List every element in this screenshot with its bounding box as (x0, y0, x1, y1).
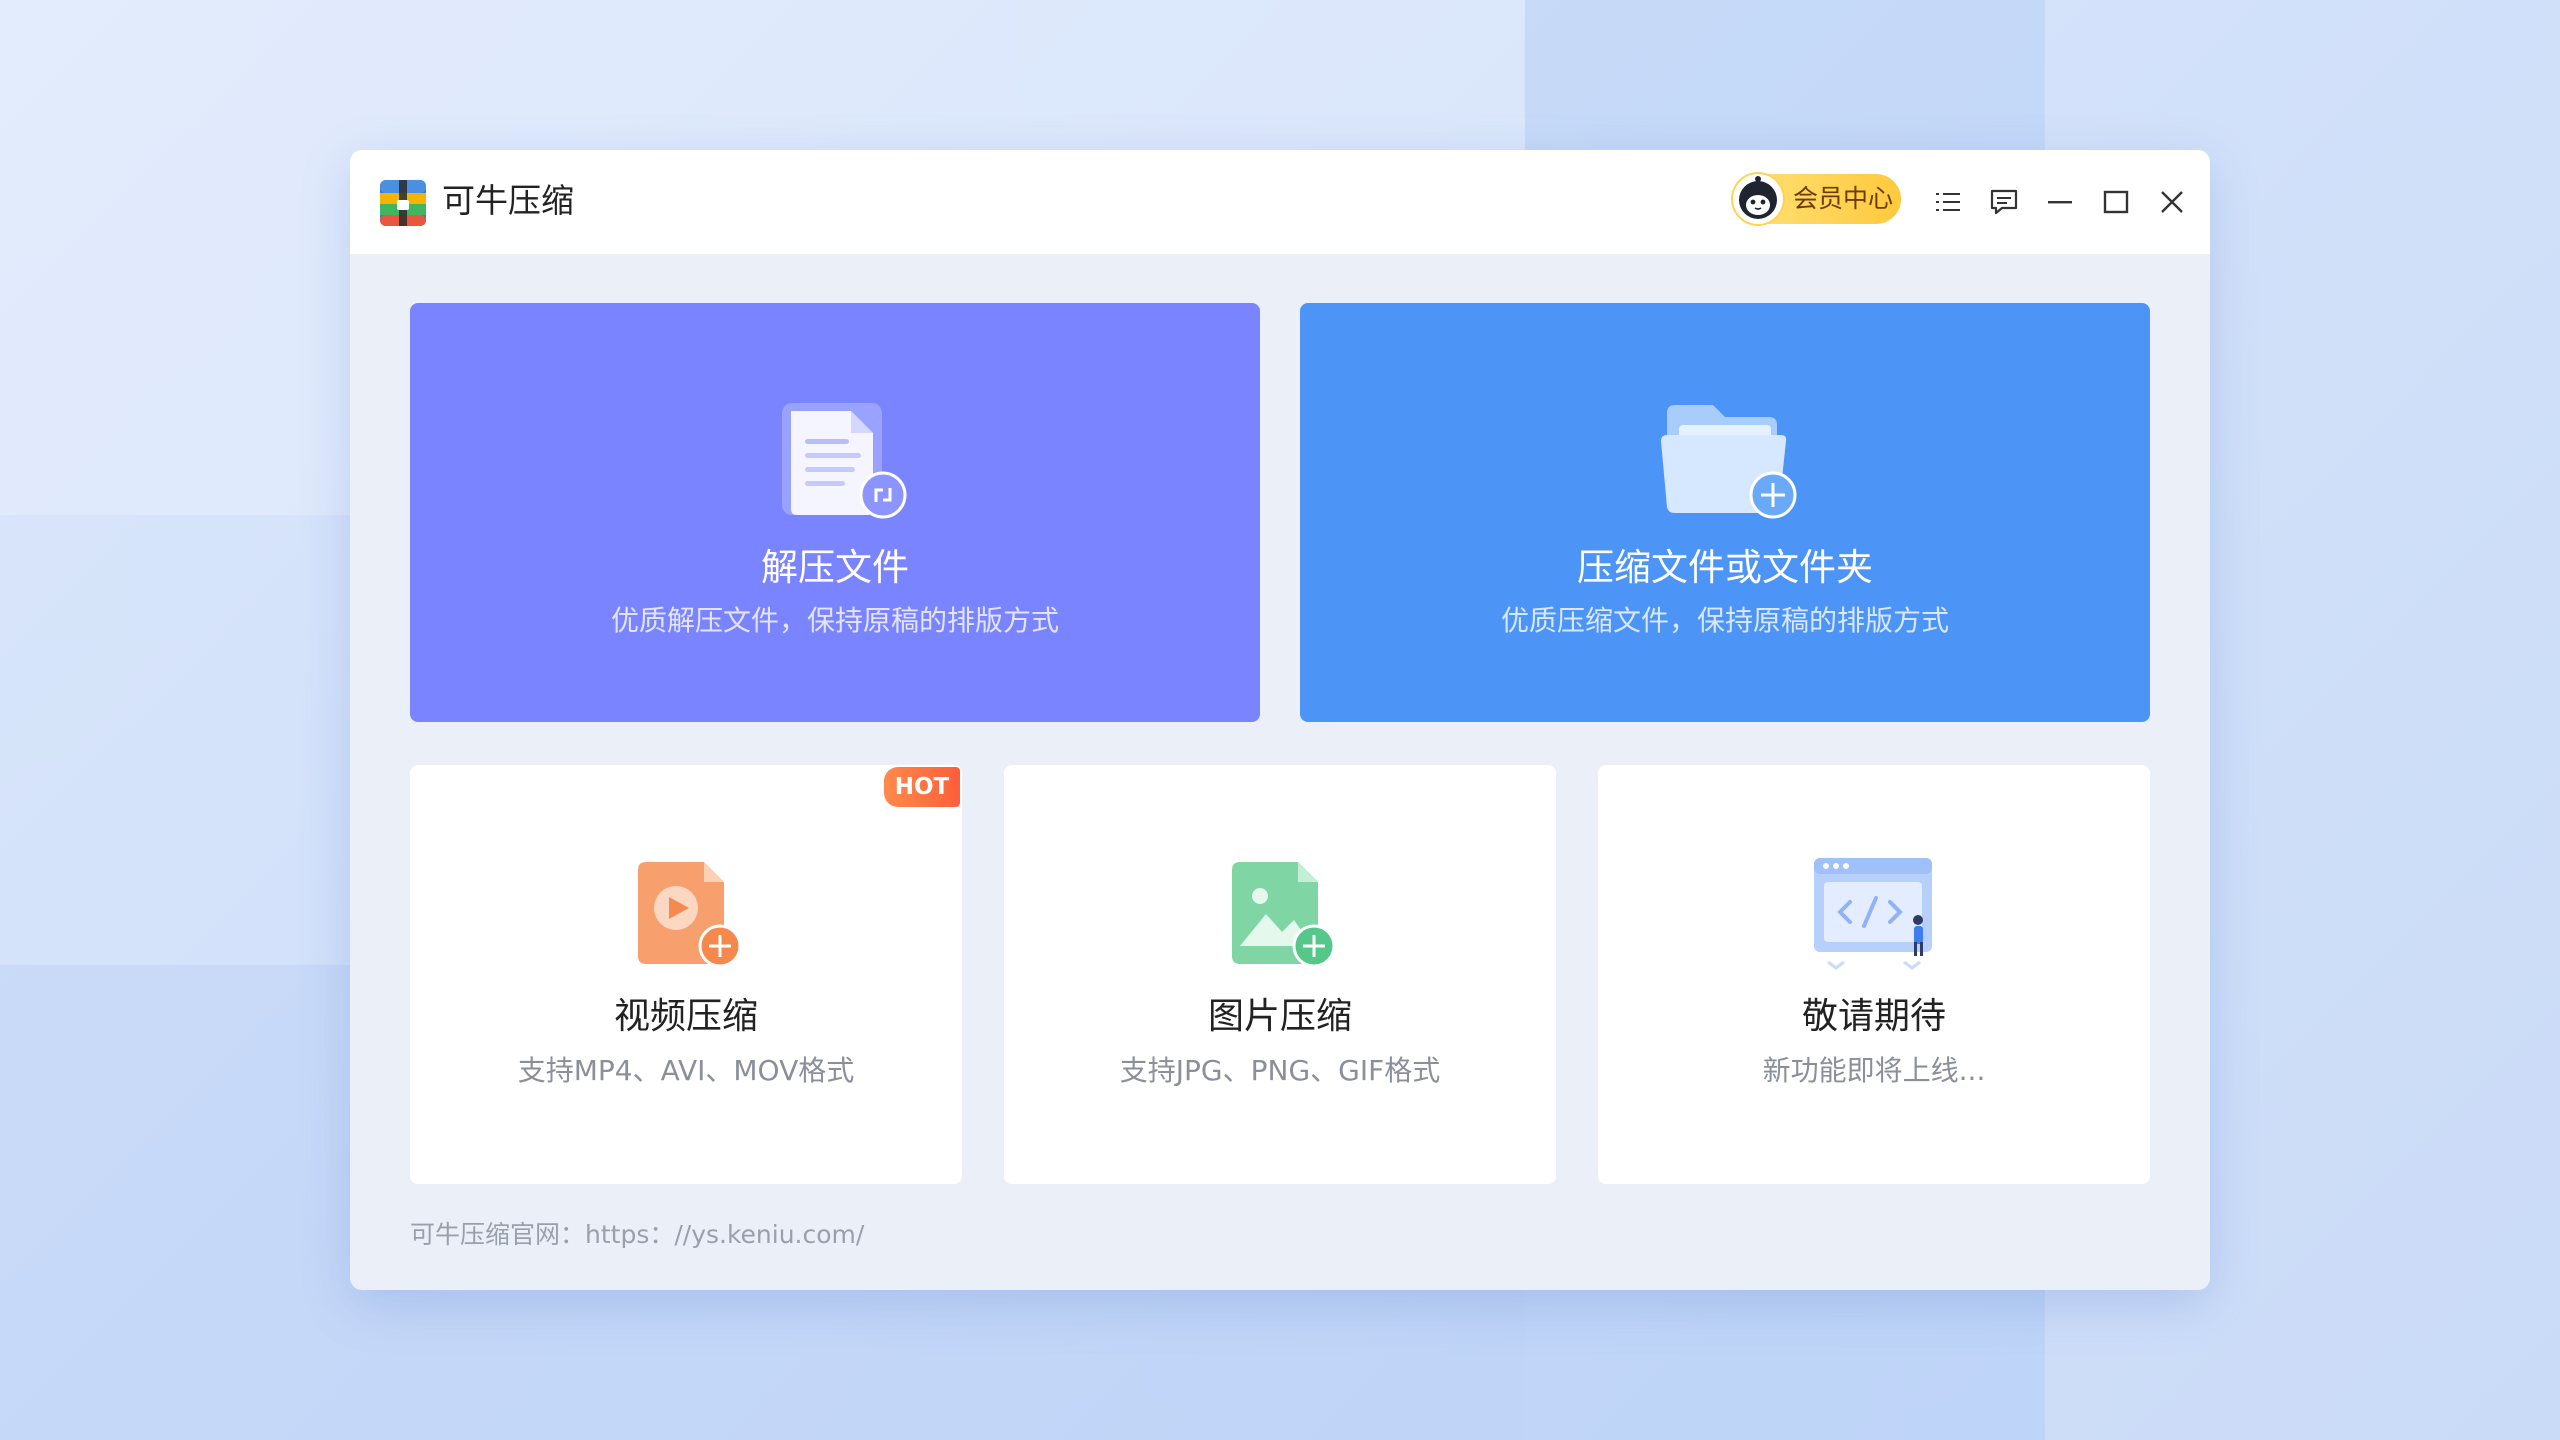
video-compress-title: 视频压缩 (613, 996, 758, 1037)
code-window-icon (1814, 858, 1932, 970)
close-icon[interactable] (2150, 180, 2194, 224)
compress-files-title: 压缩文件或文件夹 (1577, 546, 1873, 589)
app-title: 可牛压缩 (442, 181, 574, 220)
app-logo-icon (380, 180, 426, 226)
vip-center-label: 会员中心 (1793, 184, 1894, 213)
document-extract-icon (782, 403, 907, 519)
vip-avatar-icon (1731, 172, 1785, 226)
folder-compress-icon (1661, 405, 1797, 519)
compress-files-subtitle: 优质压缩文件，保持原稿的排版方式 (1500, 604, 1949, 637)
list-menu-icon[interactable] (1926, 180, 1970, 224)
extract-files-subtitle: 优质解压文件，保持原稿的排版方式 (610, 604, 1059, 637)
compress-files-card[interactable]: 压缩文件或文件夹 优质压缩文件，保持原稿的排版方式 (1300, 303, 2150, 722)
extract-files-title: 解压文件 (761, 546, 909, 589)
image-file-icon (1232, 862, 1336, 968)
coming-soon-title: 敬请期待 (1801, 996, 1946, 1037)
app-window: 可牛压缩 会员中心 解压文件 优质解压文件，保持原稿的排版方式 压缩文件或文件夹… (350, 150, 2210, 1290)
extract-files-card[interactable]: 解压文件 优质解压文件，保持原稿的排版方式 (410, 303, 1260, 722)
vip-center-button[interactable]: 会员中心 (1731, 172, 1901, 226)
official-site-link[interactable]: 可牛压缩官网：https：//ys.keniu.com/ (410, 1218, 864, 1252)
video-file-icon (638, 862, 742, 968)
minimize-icon[interactable] (2038, 180, 2082, 224)
title-bar[interactable]: 可牛压缩 会员中心 (350, 150, 2210, 254)
coming-soon-subtitle: 新功能即将上线... (1762, 1054, 1986, 1087)
image-compress-subtitle: 支持JPG、PNG、GIF格式 (1119, 1054, 1441, 1087)
coming-soon-card: 敬请期待 新功能即将上线... (1598, 765, 2150, 1184)
video-compress-card[interactable]: HOT 视频压缩 支持MP4、AVI、MOV格式 (410, 765, 962, 1184)
video-compress-subtitle: 支持MP4、AVI、MOV格式 (517, 1054, 855, 1087)
image-compress-title: 图片压缩 (1207, 996, 1352, 1037)
hot-badge: HOT (884, 767, 960, 807)
maximize-icon[interactable] (2094, 180, 2138, 224)
message-icon[interactable] (1982, 180, 2026, 224)
image-compress-card[interactable]: 图片压缩 支持JPG、PNG、GIF格式 (1004, 765, 1556, 1184)
